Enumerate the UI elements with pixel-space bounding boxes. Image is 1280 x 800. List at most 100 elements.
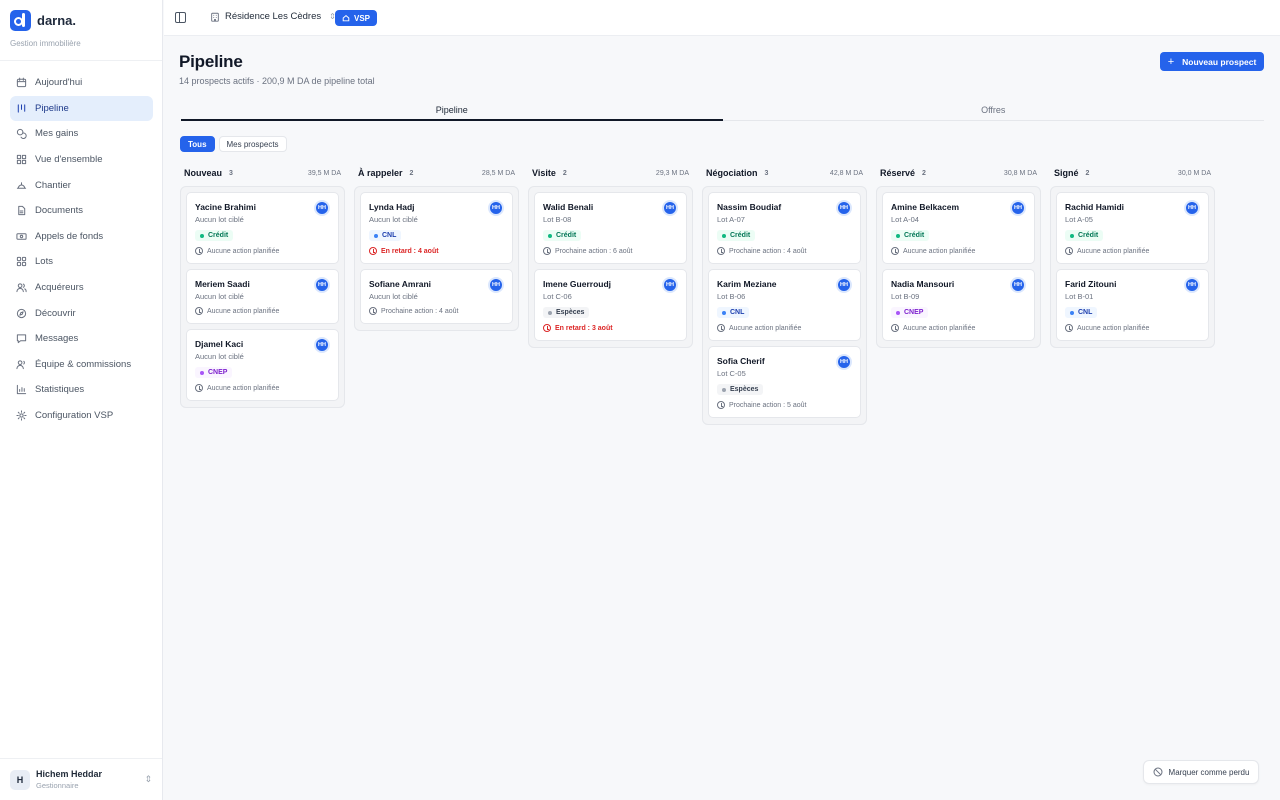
- mark-lost-label: Marquer comme perdu: [1168, 767, 1250, 777]
- financing-label: Crédit: [1078, 232, 1099, 239]
- avatar[interactable]: HH: [488, 200, 504, 216]
- sidebar-item-decouvrir[interactable]: Découvrir: [10, 300, 153, 326]
- vsp-badge-label: VSP: [354, 13, 371, 23]
- column-count: 3: [229, 169, 233, 177]
- prospect-name: Nadia Mansouri: [891, 279, 955, 289]
- prospect-card[interactable]: Farid Zitouni Lot B-01 HH CNL Aucune action …: [1056, 269, 1209, 341]
- column-header: Négociation 3 42,8 M DA: [702, 166, 867, 180]
- sidebar-item-mes-gains[interactable]: Mes gains: [10, 121, 153, 147]
- column-header: Signé 2 30,0 M DA: [1050, 166, 1215, 180]
- sidebar-item-configuration-vsp[interactable]: Configuration VSP: [10, 403, 153, 429]
- prospect-card[interactable]: Sofiane Amrani Aucun lot ciblé HH Prochaine…: [360, 269, 513, 324]
- prospect-card[interactable]: Djamel Kaci Aucun lot ciblé HH CNEP Aucune a…: [186, 329, 339, 401]
- prospect-card[interactable]: Amine Belkacem Lot A-04 HH Crédit Aucune act…: [882, 192, 1035, 264]
- sidebar-toggle-icon[interactable]: [175, 12, 186, 23]
- avatar[interactable]: HH: [1010, 200, 1026, 216]
- prospect-card[interactable]: Yacine Brahimi Aucun lot ciblé HH Crédit Auc…: [186, 192, 339, 264]
- kanban-column: Nouveau 3 39,5 M DA Yacine Brahimi Aucun lot…: [180, 166, 345, 425]
- sidebar-item-appels-de-fonds[interactable]: Appels de fonds: [10, 224, 153, 250]
- sidebar-item-statistiques[interactable]: Statistiques: [10, 377, 153, 403]
- next-action: Prochaine action : 5 août: [717, 401, 851, 409]
- column-dropzone[interactable]: Walid Benali Lot B-08 HH Crédit Prochaine ac…: [528, 186, 693, 348]
- column-name: Visite: [532, 168, 556, 178]
- avatar[interactable]: HH: [836, 200, 852, 216]
- prospect-card[interactable]: Meriem Saadi Aucun lot ciblé HH Aucune acti…: [186, 269, 339, 324]
- column-name: Négociation: [706, 168, 758, 178]
- settings-icon: [16, 410, 27, 421]
- prospect-name: Sofiane Amrani: [369, 279, 432, 289]
- prospect-card[interactable]: Lynda Hadj Aucun lot ciblé HH CNL En retard …: [360, 192, 513, 264]
- new-prospect-button[interactable]: + Nouveau prospect: [1160, 52, 1264, 71]
- sidebar-item-vue-d-ensemble[interactable]: Vue d'ensemble: [10, 147, 153, 173]
- clock-icon: [891, 247, 899, 255]
- grid-icon: [16, 154, 27, 165]
- avatar[interactable]: HH: [836, 354, 852, 370]
- column-dropzone[interactable]: Lynda Hadj Aucun lot ciblé HH CNL En retard …: [354, 186, 519, 331]
- avatar[interactable]: HH: [1184, 200, 1200, 216]
- sidebar-item-equipe-commissions[interactable]: Équipe & commissions: [10, 352, 153, 378]
- sidebar-item-acquereurs[interactable]: Acquéreurs: [10, 275, 153, 301]
- banknote-icon: [16, 231, 27, 242]
- brand[interactable]: darna.: [10, 10, 76, 31]
- prospect-card[interactable]: Nadia Mansouri Lot B-09 HH CNEP Aucune actio…: [882, 269, 1035, 341]
- avatar[interactable]: HH: [662, 277, 678, 293]
- tab-offres[interactable]: Offres: [723, 104, 1265, 120]
- prospect-card[interactable]: Imene Guerroudj Lot C-06 HH Espèces En retar…: [534, 269, 687, 341]
- next-action: Aucune action planifiée: [891, 324, 1025, 332]
- sidebar-item-documents[interactable]: Documents: [10, 198, 153, 224]
- darna-logo-icon: [10, 10, 31, 31]
- prospect-card[interactable]: Karim Meziane Lot B-06 HH CNL Aucune action …: [708, 269, 861, 341]
- dot-icon: [1070, 233, 1074, 238]
- filter-my-prospects[interactable]: Mes prospects: [218, 136, 287, 152]
- brand-subtitle: Gestion immobilière: [10, 39, 81, 48]
- pipeline-icon: [16, 103, 27, 114]
- prospect-card[interactable]: Rachid Hamidi Lot A-05 HH Crédit Aucune acti…: [1056, 192, 1209, 264]
- financing-badge: Crédit: [1065, 230, 1104, 241]
- avatar[interactable]: HH: [314, 277, 330, 293]
- sidebar-item-aujourd-hui[interactable]: Aujourd'hui: [10, 70, 153, 96]
- prospect-lot: Lot B-09: [891, 292, 920, 301]
- kanban-column: Visite 2 29,3 M DA Walid Benali Lot B-08 HH Cr…: [528, 166, 693, 425]
- kanban-column: Négociation 3 42,8 M DA Nassim Boudiaf Lot A…: [702, 166, 867, 425]
- financing-badge: CNL: [1065, 307, 1098, 318]
- filter-all[interactable]: Tous: [180, 136, 215, 152]
- sidebar-item-pipeline[interactable]: Pipeline: [10, 95, 153, 122]
- sidebar-item-chantier[interactable]: Chantier: [10, 172, 153, 198]
- prospect-card[interactable]: Nassim Boudiaf Lot A-07 HH Crédit Prochaine …: [708, 192, 861, 264]
- column-dropzone[interactable]: Yacine Brahimi Aucun lot ciblé HH Crédit Auc…: [180, 186, 345, 408]
- avatar[interactable]: HH: [314, 200, 330, 216]
- avatar[interactable]: HH: [836, 277, 852, 293]
- financing-label: CNEP: [904, 309, 924, 316]
- topbar: Résidence Les Cèdres ⇕ VSP: [164, 0, 1280, 36]
- prospect-card[interactable]: Walid Benali Lot B-08 HH Crédit Prochaine ac…: [534, 192, 687, 264]
- user-menu[interactable]: H Hichem Heddar Gestionnaire ⇕: [0, 758, 162, 800]
- view-tabs: Pipeline Offres: [181, 104, 1264, 121]
- avatar[interactable]: HH: [662, 200, 678, 216]
- column-header: Nouveau 3 39,5 M DA: [180, 166, 345, 180]
- clock-icon: [1065, 247, 1073, 255]
- sidebar-item-lots[interactable]: Lots: [10, 249, 153, 275]
- users-icon: [16, 282, 27, 293]
- financing-badge: Espèces: [717, 384, 764, 395]
- avatar[interactable]: HH: [1184, 277, 1200, 293]
- kanban-board: Nouveau 3 39,5 M DA Yacine Brahimi Aucun lot…: [180, 166, 1215, 425]
- avatar[interactable]: HH: [488, 277, 504, 293]
- sidebar-item-messages[interactable]: Messages: [10, 326, 153, 352]
- column-dropzone[interactable]: Amine Belkacem Lot A-04 HH Crédit Aucune act…: [876, 186, 1041, 348]
- mark-lost-button[interactable]: Marquer comme perdu: [1143, 760, 1259, 784]
- avatar[interactable]: HH: [314, 337, 330, 353]
- residence-selector[interactable]: Résidence Les Cèdres ⇕: [210, 11, 336, 22]
- column-dropzone[interactable]: Nassim Boudiaf Lot A-07 HH Crédit Prochaine …: [702, 186, 867, 425]
- tab-pipeline[interactable]: Pipeline: [181, 104, 723, 121]
- avatar[interactable]: HH: [1010, 277, 1026, 293]
- next-action-label: Prochaine action : 4 août: [729, 247, 807, 255]
- column-dropzone[interactable]: Rachid Hamidi Lot A-05 HH Crédit Aucune acti…: [1050, 186, 1215, 348]
- dot-icon: [374, 233, 378, 238]
- financing-badge: CNL: [717, 307, 750, 318]
- next-action: Aucune action planifiée: [891, 247, 1025, 255]
- vsp-badge[interactable]: VSP: [335, 10, 378, 26]
- prospect-card[interactable]: Sofia Cherif Lot C-05 HH Espèces Prochaine a…: [708, 346, 861, 418]
- financing-badge: Espèces: [543, 307, 590, 318]
- column-count: 2: [922, 169, 926, 177]
- dot-icon: [200, 370, 204, 375]
